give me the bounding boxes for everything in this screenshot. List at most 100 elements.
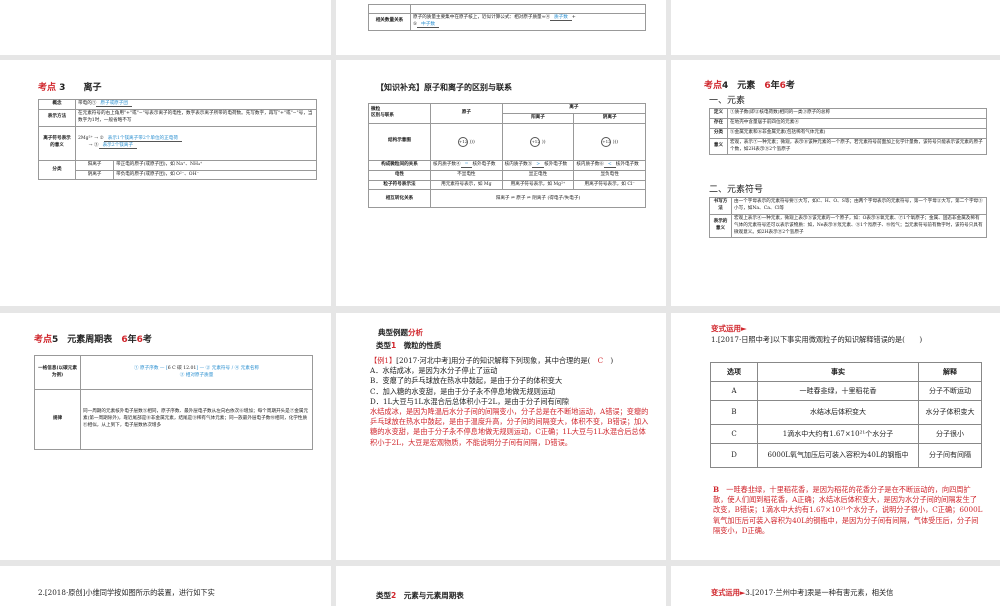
table-row: 微粒 区别与联系 原子 离子 [368,103,647,124]
plus: + [571,15,576,20]
slide-thumbnail[interactable]: 考点4 元素 6年6考 一、元素 定义 ①质子数(即②核电荷数)相同的一类③原子的… [671,60,1000,306]
text: 带电的① [78,101,97,106]
table-header-cell: 相互转化关系 [368,189,431,209]
table-header-cell: 事实 [757,362,919,382]
slide-title: 【知识补充】原子和离子的区别与联系 [376,83,512,92]
element-table: 定义 ①质子数(即②核电荷数)相同的一类③原子的总称 存在 在地壳中含量居于前四位的… [709,108,987,156]
text: 4 [722,81,729,91]
table-row: 选项 事实 解释 [710,362,982,382]
table-cell: 显负电性 [573,169,646,181]
slide-title: 考点 3 离子 [38,80,101,93]
answer: 中子数 [417,21,439,28]
cell-text: 原子的质量主要集中在原子核上，近似计算公式：相对原子质量≈④ [413,15,551,20]
table-row: 一格信息(以碳元素为例) ① 原子序数 — [6 C 碳 12.01] — ② 元… [34,355,313,390]
table-row: A 一畦春韭绿，十里稻花香 分子不断运动 [710,381,982,401]
text: 区别与联系 [371,113,394,119]
table-header-cell: 表示的意义 [709,213,732,239]
slide-thumbnail[interactable]: 相关数量关系 原子的质量主要集中在原子核上，近似计算公式：相对原子质量≈④ 质子数… [336,0,666,55]
text: 核内质子数④ [433,161,461,167]
table-header-cell: 分类 [709,127,728,139]
text: 表示1个镁离子带2个单位的正电荷 [103,136,182,143]
text: 考 [785,81,795,91]
table-cell: 分子很小 [918,424,982,444]
text: 类型 [376,591,391,600]
table-row: 相关数量关系 原子的质量主要集中在原子核上，近似计算公式：相对原子质量≈④ 质子数… [368,13,646,31]
table-cell: C [710,424,758,444]
text: 考点 [34,335,53,345]
text: 核外电子数 [472,161,496,167]
section-heading: 二、元素符号 [709,185,764,195]
text: 考 [142,335,152,345]
text: = [460,161,473,168]
slide-thumbnail[interactable]: 2.[2018·原创]小维同学按如图所示的装置，进行如下实 [0,566,331,606]
atom-diagram-icon: +12 [601,136,612,147]
table-cell: 用离子符号表示，如 Cl⁻ [573,179,646,191]
text: B．变瘪了的乒乓球放在热水中鼓起，是由于分子的体积变大 [370,376,563,386]
table-row: 意义 宏观，表示⑦一种元素；微观，表示⑧该种元素的一个原子。若元素符号前面加上化学… [709,137,987,156]
text: 核外电子数 [615,161,639,167]
type-heading: 类型1 微粒的性质 [376,340,441,351]
text: C．加入糖的水变甜，是由于分子永不停息地做无规则运动 [370,386,556,396]
row-label: 表示方法 [38,108,76,127]
table-cell: D [710,443,758,468]
text: 微粒的性质 [403,341,442,350]
table-cell: ① 原子序数 — [6 C 碳 12.01] — ② 元素符号 / ④ 元素名称… [80,355,313,390]
text: 概念 带电的① 原子或原子团 表示方法 在元素符号的右上角用"+"或"−"号表示离子的… [38,99,317,181]
text: 一畦春韭绿，十里稻花香，是因为稻花的花香分子是在不断运动的，向四周扩散，使人们闻… [713,485,983,535]
row-label: 分类 [38,159,76,181]
table-cell: 宏观上表示④一种元素，微观上表示⑤该元素的一个原子，如：O表示⑥氧元素、⑦1个氧… [731,213,987,239]
table-header-cell: 定义 [709,108,728,119]
text: 12.01 [183,365,197,371]
table-header-cell: 规律 [34,389,81,450]
table-cell: 带正电的原子(或原子团)，如 Na⁺、NH₄⁺ [113,159,317,171]
table-header-cell: 构成微粒间的关系 [368,159,431,171]
slide-thumbnail[interactable]: 典型例题分析 类型1 微粒的性质 【例1】[2017·河北中考]用分子的知识解释… [336,313,666,560]
table-row: 电性 不显电性 显正电性 显负电性 [368,169,646,181]
table-cell: 一畦春韭绿，十里稻花香 [757,381,919,401]
slide-thumbnail[interactable]: 变式运用►3.[2017·兰州中考]汞是一种有害元素，相关信 [671,566,1000,606]
text: ① 原子序数 [133,365,159,371]
text: ③ 相对原子质量 [179,372,214,378]
text: 2Mg²⁺ [78,136,93,142]
text: 微粒 区别与联系 原子 离子 阳离子 阴离子 结构示意图 +12 ))) +12 )) +… [368,103,647,209]
slide-thumbnail[interactable]: 变式运用► 1.[2017·日照中考]以下事实用微观粒子的知识解释错误的是( )… [671,313,1000,560]
text: 1 [391,341,397,350]
table-row: 相互转化关系 阳离子 ⇌ 原子 ⇌ 阴离子 (得电子/失电子) [368,189,646,209]
table-cell: 2Mg²⁺ → ② 表示1个镁离子带2个单位的正电荷 → ③ 表示2个镁离子 [75,125,317,161]
slide-thumbnail[interactable]: 考点 3 离子 概念 带电的① 原子或原子团 表示方法 在元素符号的右上角用"+"或"… [0,60,331,306]
table-cell: 用元素符号表示，如 Mg [430,179,503,191]
answer: 质子数 [550,15,572,21]
slide-thumbnail[interactable]: 【知识补充】原子和离子的区别与联系 微粒 区别与联系 原子 离子 阳离子 阴离子 结构示… [336,60,666,306]
slide-thumbnail[interactable]: 考点5 元素周期表 6年6考 一格信息(以碳元素为例) ① 原子序数 — [6 C… [0,313,331,560]
text: D．1L大豆与1L水混合后总体积小于2L，是由于分子间有间隙 [370,396,570,406]
table-row [368,4,646,14]
table-row: 结构示意图 +12 ))) +12 )) +12 ))) [368,122,646,161]
question: 2.[2018·原创]小维同学按如图所示的装置，进行如下实 [38,588,215,597]
table-header-cell: 粒子符号表示法 [368,179,431,191]
text: 【例1】 [370,356,397,365]
table-header-cell: 离子 [501,103,647,114]
question: 变式运用►3.[2017·兰州中考]汞是一种有害元素，相关信 [711,588,1000,598]
periodic-table-info: 一格信息(以碳元素为例) ① 原子序数 — [6 C 碳 12.01] — ② 元… [34,355,313,450]
text: 定义 ①质子数(即②核电荷数)相同的一类③原子的总称 存在 在地壳中含量居于前四位的… [709,108,987,156]
answer-table: 选项 事实 解释 A 一畦春韭绿，十里稻花香 分子不断运动 B 水结冰后体积变大 水分子体积… [710,362,982,468]
table-cell: 宏观，表示⑦一种元素；微观，表示⑧该种元素的一个原子。若元素符号前面加上化学计量… [727,137,987,156]
text: ② 元素符号 [205,365,231,371]
table-cell: 分子间有间隔 [918,443,982,468]
text: 6 C 碳 12.01 [168,366,197,371]
slide-thumbnail[interactable] [671,0,1000,55]
slide-thumbnail[interactable] [0,0,331,55]
table-cell [368,4,411,14]
table-row: C 1滴水中大约有1.67×10²¹个水分子 分子很小 [710,424,982,444]
text: 6 [167,365,171,371]
table-header-cell: 选项 [710,362,758,382]
table-row: 表示方法 在元素符号的右上角用"+"或"−"号表示离子的电性，数字表示离子所带的电… [38,108,317,127]
table-row: 规律 同一周期的元素核外电子层数⑤相同，原子序数、最外层电子数从左向右依次⑥增加；… [34,389,313,450]
text: 年 [127,335,137,345]
text: A．水结成冰，是因为水分子停止了运动 [370,366,498,376]
table-header-cell: 微粒 区别与联系 [368,103,431,124]
table-header-cell: 电性 [368,169,431,181]
text: 表示2个镁离子 [98,143,138,150]
text: 核内质子数⑤ [504,161,533,167]
slide-thumbnail[interactable]: 类型2 元素与元素周期表 [336,566,666,606]
